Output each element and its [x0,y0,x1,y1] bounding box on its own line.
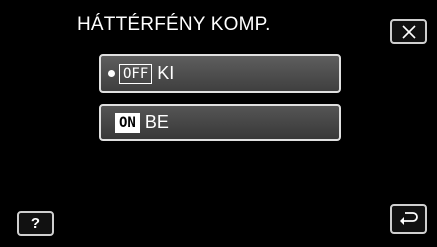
option-off-label: KI [157,63,175,83]
page-title: HÁTTÉRFÉNY KOMP. [77,14,271,35]
option-off[interactable]: OFF KI [99,54,341,93]
off-badge: OFF [119,63,153,84]
screen: HÁTTÉRFÉNY KOMP. OFF KI ON BE ? [0,0,437,247]
back-button[interactable] [390,204,427,234]
selected-dot-icon [108,70,115,77]
on-badge: ON [115,112,140,133]
return-icon [399,212,418,225]
help-button[interactable]: ? [17,211,54,236]
close-button[interactable] [390,19,427,44]
option-on[interactable]: ON BE [99,104,341,141]
option-on-label: BE [144,112,169,132]
close-icon [401,24,416,39]
